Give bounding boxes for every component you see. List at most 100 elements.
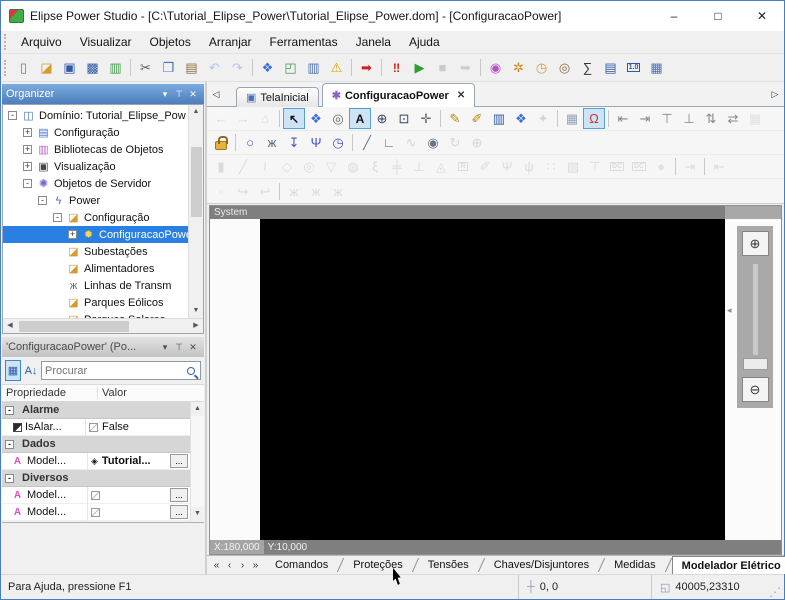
target-tool-icon[interactable]: ⊕ [466,132,488,153]
scrollbar-thumb[interactable] [19,321,129,332]
screens-icon[interactable]: ◰ [279,56,302,79]
menu-item[interactable]: Objetos [141,32,200,53]
editor-tab[interactable]: ▣ TelaInicial [236,87,319,107]
group-expander[interactable]: - [5,440,14,449]
open-folder-icon[interactable]: ◪ [35,56,58,79]
menu-item[interactable]: Ajuda [400,32,449,53]
tab-scroll-left-icon[interactable]: ◁ [209,89,223,100]
tree-horizontal-scrollbar[interactable]: ◀ ▶ [3,318,203,333]
critical-alarms-icon[interactable]: ‼ [385,56,408,79]
lock-icon[interactable] [210,132,232,153]
draw-pen-icon[interactable]: ✐ [474,156,496,177]
close-button[interactable]: ✕ [740,2,784,31]
organizer-header[interactable]: Organizer ▾ ⊤ ✕ [2,84,204,104]
tab-scroll-right-icon[interactable]: ▷ [768,89,782,100]
menu-item[interactable]: Ferramentas [261,32,347,53]
tree-item[interactable]: ж Linhas de Transm [3,277,188,294]
grid-vertical-scrollbar[interactable]: ▲ ▼ [190,402,204,521]
margin-in-icon[interactable]: ⇥ [679,156,701,177]
step-line-tool-icon[interactable]: ∟ [378,132,400,153]
reports-icon[interactable]: ▥ [302,56,325,79]
edit-tool-icon[interactable]: ✎ [444,108,466,129]
export-icon[interactable]: ➡ [355,56,378,79]
tree-expander[interactable]: - [53,213,62,222]
forward-icon[interactable]: → [232,108,254,129]
organizer-pin-icon[interactable]: ⊤ [172,85,186,103]
edit-points-icon[interactable]: ✐ [466,108,488,129]
align-bottom-icon[interactable]: ⊥ [678,108,700,129]
center-vertical-icon[interactable]: ⇅ [700,108,722,129]
property-group-row[interactable]: - Alarme [2,402,190,419]
tree-item[interactable]: ◪ Alimentadores [3,260,188,277]
search-input[interactable] [45,365,187,377]
run-application-icon[interactable]: ▶ [408,56,431,79]
scrollbar-thumb[interactable] [191,147,202,217]
rotate-tool-icon[interactable]: ↻ [444,132,466,153]
home-icon[interactable]: ⌂ [254,108,276,129]
organizer-icon[interactable]: ❖ [256,56,279,79]
back-icon[interactable]: ← [210,108,232,129]
tree-expander[interactable]: + [23,145,32,154]
scroll-left-icon[interactable]: ◀ [3,319,17,333]
ground-icon[interactable]: ⊥ [408,156,430,177]
battery-bank-icon[interactable]: ∷ [540,156,562,177]
paste-icon[interactable]: ▤ [180,56,203,79]
search-objects-icon[interactable]: ◎ [553,56,576,79]
sheet-nav-icon[interactable]: « [210,560,223,571]
tree-vertical-scrollbar[interactable]: ▲ ▼ [188,105,203,318]
property-search[interactable] [41,361,201,380]
zoom-tool-icon[interactable]: ⊕ [371,108,393,129]
new-screen-icon[interactable]: ❖ [510,108,532,129]
organizer-menu-icon[interactable]: ▾ [158,85,172,103]
editor-tab[interactable]: ✱ ConfiguracaoPower ✕ [322,83,476,107]
import-model-icon[interactable]: ↪ [232,181,254,202]
small-generator-icon[interactable]: ψ [518,156,540,177]
resistor-icon[interactable]: R [452,156,474,177]
tower-import-icon[interactable]: ж [327,181,349,202]
zoom-in-button[interactable]: ⊕ [742,231,769,256]
organizer-toggle-icon[interactable]: ❖ [305,108,327,129]
frames-icon[interactable]: ▥ [488,108,510,129]
zoom-slider-track[interactable] [753,264,758,355]
alarm-config-icon[interactable]: ⚠ [325,56,348,79]
remote-domain-icon[interactable]: ▦ [645,56,668,79]
sort-az-button[interactable]: A↓ [23,360,39,381]
paste-model-icon[interactable]: ▫ [210,181,232,202]
property-row[interactable]: A Model... ... [2,504,190,521]
zoom-out-button[interactable]: ⊖ [742,377,769,402]
resize-grip[interactable]: ⋰ [769,585,784,599]
property-group-row[interactable]: - Dados [2,436,190,453]
save-icon[interactable]: ▣ [58,56,81,79]
tree-expander[interactable]: - [38,196,47,205]
point-icon[interactable]: ● [650,156,672,177]
properties-close-icon[interactable]: ✕ [186,338,200,356]
tree-item[interactable]: + ✹ ConfiguracaoPower [3,226,188,243]
tree-item[interactable]: - ◫ Domínio: Tutorial_Elipse_Pow [3,107,188,124]
size-to-grid-icon[interactable]: ▦ [744,108,766,129]
tree-item[interactable]: + ▥ Bibliotecas de Objetos [3,141,188,158]
select-tool-icon[interactable]: ↖ [283,108,305,129]
scroll-up-icon[interactable]: ▲ [191,402,204,416]
cut-icon[interactable]: ✂ [134,56,157,79]
scroll-down-icon[interactable]: ▼ [189,304,203,318]
tree-item[interactable]: - ✺ Objetos de Servidor [3,175,188,192]
tower-icon[interactable]: ж [261,132,283,153]
menu-item[interactable]: Arquivo [12,32,71,53]
delta-meter-icon[interactable]: ◬ [430,156,452,177]
insert-object-icon[interactable]: ✲ [507,56,530,79]
property-row[interactable]: IsAlar... False [2,419,190,436]
tree-item[interactable]: - ϟ Power [3,192,188,209]
maximize-button[interactable]: □ [696,2,740,31]
node-tool-icon[interactable]: ◉ [422,132,444,153]
tree-item[interactable]: - ◪ Configuração [3,209,188,226]
domain-options-icon[interactable]: ◉ [484,56,507,79]
tree-item[interactable]: ◪ Subestações [3,243,188,260]
menu-drag-handle[interactable] [4,34,9,50]
tree-expander[interactable]: + [68,230,77,239]
save-all-icon[interactable]: ▩ [81,56,104,79]
load-arrow-icon[interactable]: ▽ [320,156,342,177]
sheet-nav-icon[interactable]: » [249,560,262,571]
breaker-icon[interactable]: ▮ [210,156,232,177]
drawing-surface[interactable] [260,219,725,540]
toolbar-drag-handle[interactable] [4,60,9,76]
